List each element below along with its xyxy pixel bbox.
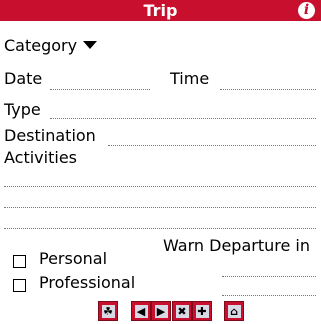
date-field[interactable] bbox=[50, 89, 150, 90]
professional-checkbox[interactable] bbox=[13, 279, 26, 292]
add-button[interactable]: ✚ bbox=[192, 301, 212, 321]
professional-label: Professional bbox=[39, 273, 136, 292]
delete-button[interactable]: ✖ bbox=[172, 301, 192, 321]
personal-label: Personal bbox=[39, 249, 108, 268]
activities-line-2[interactable] bbox=[4, 207, 316, 208]
category-selector[interactable]: Category bbox=[4, 36, 98, 56]
activities-line-1[interactable] bbox=[4, 186, 316, 187]
destination-label: Destination bbox=[4, 126, 96, 145]
toolbar: ☘ ◀ ▶ ✖ ✚ ⌂ bbox=[0, 301, 321, 324]
time-field[interactable] bbox=[220, 89, 316, 90]
warn-departure-field[interactable] bbox=[222, 276, 316, 277]
destination-field[interactable] bbox=[108, 145, 316, 146]
activities-label: Activities bbox=[4, 148, 77, 167]
shield-icon: ☘ bbox=[101, 304, 115, 318]
type-field[interactable] bbox=[50, 118, 316, 119]
form-title: Trip bbox=[143, 1, 178, 20]
warn-departure-field-2[interactable] bbox=[222, 295, 316, 296]
time-label: Time bbox=[170, 69, 210, 88]
activities-line-3[interactable] bbox=[4, 228, 316, 229]
arrow-left-icon: ◀ bbox=[134, 304, 148, 318]
delete-icon: ✖ bbox=[175, 304, 189, 318]
title-bar: Trip i bbox=[0, 0, 321, 21]
type-label: Type bbox=[4, 100, 41, 119]
title-tab[interactable]: Trip bbox=[0, 0, 321, 21]
add-icon: ✚ bbox=[195, 304, 209, 318]
home-button[interactable]: ⌂ bbox=[224, 301, 244, 321]
home-icon: ⌂ bbox=[227, 304, 241, 318]
personal-checkbox[interactable] bbox=[13, 255, 26, 268]
next-button[interactable]: ▶ bbox=[151, 301, 171, 321]
previous-button[interactable]: ◀ bbox=[131, 301, 151, 321]
chevron-down-icon bbox=[83, 41, 98, 49]
category-label: Category bbox=[4, 36, 78, 55]
arrow-right-icon: ▶ bbox=[154, 304, 168, 318]
shield-button[interactable]: ☘ bbox=[98, 301, 118, 321]
info-icon[interactable]: i bbox=[298, 2, 315, 19]
warn-departure-label: Warn Departure in bbox=[163, 236, 310, 255]
date-label: Date bbox=[4, 69, 43, 88]
